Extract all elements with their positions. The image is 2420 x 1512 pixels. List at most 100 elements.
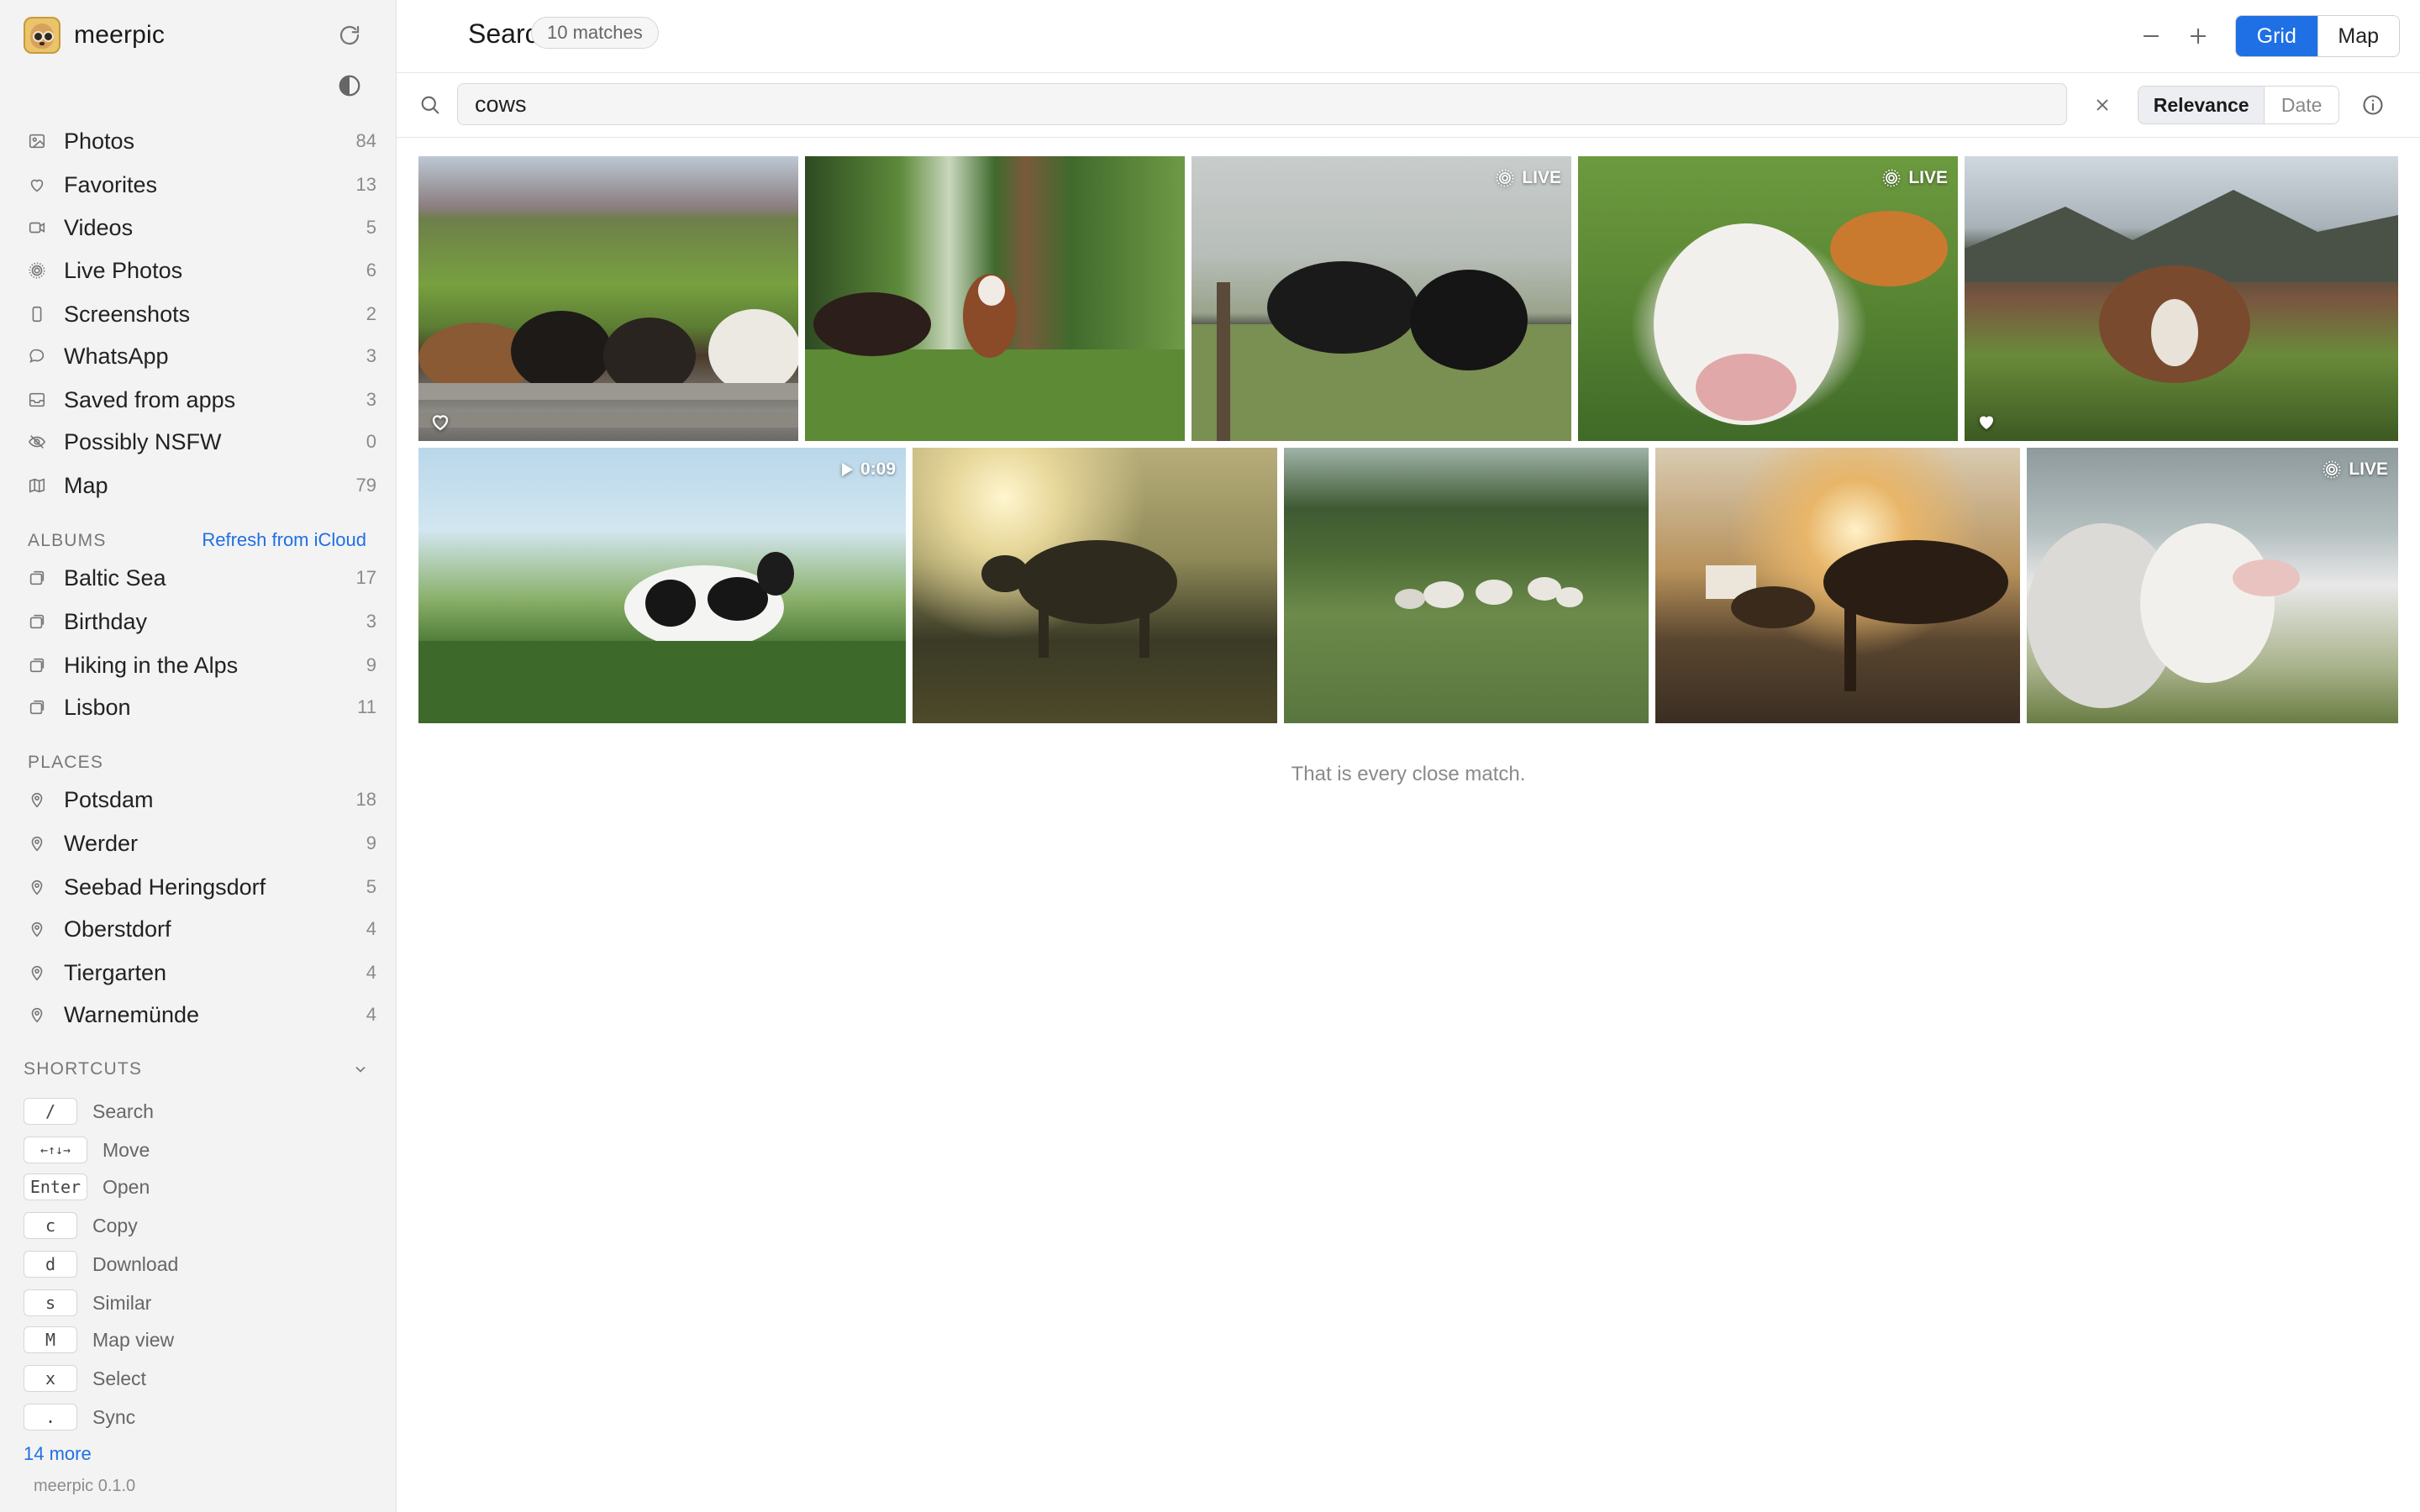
horse-figures: [1706, 540, 2008, 691]
main-content: Search 10 matches Grid Map Relevance: [397, 0, 2420, 1512]
sidebar-item-count: 4: [366, 918, 376, 939]
shortcut-row: c Copy: [24, 1210, 138, 1241]
sidebar-item-baltic-sea[interactable]: Baltic Sea 17: [24, 559, 376, 597]
close-icon: [2096, 99, 2108, 111]
shortcut-key: d: [24, 1251, 77, 1278]
photo-thumbnail[interactable]: [805, 156, 1185, 441]
photo-thumbnail[interactable]: LIVE: [2027, 448, 2398, 723]
live-photo-icon: [1496, 169, 1514, 187]
photo-thumbnail[interactable]: [418, 156, 798, 441]
album-icon: [27, 568, 47, 588]
shortcut-key: M: [24, 1326, 77, 1353]
photo-thumbnail[interactable]: [1655, 448, 2020, 723]
sidebar-item-photos[interactable]: Photos 84: [24, 122, 376, 160]
shortcuts-header[interactable]: SHORTCUTS: [24, 1057, 373, 1082]
video-duration-badge: 0:09: [840, 459, 896, 480]
shortcut-row: / Search: [24, 1096, 154, 1126]
shortcut-key: /: [24, 1098, 77, 1125]
shortcut-key: .: [24, 1404, 77, 1431]
search-icon: [417, 92, 444, 118]
refresh-from-icloud-link[interactable]: Refresh from iCloud: [202, 529, 366, 551]
shortcut-key: c: [24, 1212, 77, 1239]
cow-figures: [1654, 211, 1948, 425]
sidebar-item-count: 84: [355, 130, 376, 151]
albums-heading: ALBUMS: [28, 531, 107, 550]
badge-label: LIVE: [1908, 168, 1948, 187]
sidebar-item-live-photos[interactable]: Live Photos 6: [24, 251, 376, 290]
sidebar-item-possibly-nsfw[interactable]: Possibly NSFW 0: [24, 423, 376, 461]
sidebar-item-tiergarten[interactable]: Tiergarten 4: [24, 953, 376, 992]
more-shortcuts-link[interactable]: 14 more: [24, 1443, 92, 1465]
theme-toggle-button[interactable]: [333, 69, 366, 102]
shortcut-label: Move: [103, 1138, 150, 1161]
header: Search 10 matches Grid Map: [397, 0, 2420, 73]
sidebar-item-whatsapp[interactable]: WhatsApp 3: [24, 337, 376, 375]
image-icon: [27, 131, 47, 151]
photo-thumbnail[interactable]: [1284, 448, 1649, 723]
cow-figures: [981, 540, 1177, 658]
sidebar-item-favorites[interactable]: Favorites 13: [24, 165, 376, 204]
sidebar-item-hiking-in-the-alps[interactable]: Hiking in the Alps 9: [24, 646, 376, 685]
minus-icon: [2143, 34, 2160, 38]
phone-icon: [27, 304, 47, 324]
sidebar-item-warnemunde[interactable]: Warnemünde 4: [24, 995, 376, 1034]
photo-thumbnail[interactable]: [913, 448, 1277, 723]
app-version: meerpic 0.1.0: [34, 1477, 136, 1495]
cow-figures: [1192, 261, 1571, 441]
refresh-button[interactable]: [333, 18, 366, 52]
shortcut-key: Enter: [24, 1173, 87, 1200]
photo-thumbnail[interactable]: LIVE: [1192, 156, 1571, 441]
album-icon: [27, 655, 47, 675]
sidebar-item-count: 5: [366, 876, 376, 897]
sidebar-item-label: Live Photos: [64, 257, 183, 283]
zoom-out-button[interactable]: [2134, 19, 2168, 53]
shortcut-label: Copy: [92, 1214, 138, 1236]
shortcut-row: Enter Open: [24, 1172, 150, 1202]
zoom-in-button[interactable]: [2181, 19, 2215, 53]
live-badge: LIVE: [2322, 459, 2388, 480]
shortcut-key: ←↑↓→: [24, 1137, 87, 1163]
sidebar-item-birthday[interactable]: Birthday 3: [24, 602, 376, 641]
shortcut-label: Map view: [92, 1328, 175, 1351]
live-photo-icon: [27, 260, 47, 281]
sidebar-item-label: Videos: [64, 214, 134, 240]
sidebar-item-seebad-heringsdorf[interactable]: Seebad Heringsdorf 5: [24, 868, 376, 906]
sidebar-item-lisbon[interactable]: Lisbon 11: [24, 688, 376, 727]
photo-thumbnail[interactable]: [1965, 156, 2398, 441]
badge-label: LIVE: [2349, 459, 2388, 479]
sidebar-item-werder[interactable]: Werder 9: [24, 824, 376, 863]
play-icon: [841, 463, 853, 476]
plus-icon: [2190, 28, 2207, 45]
photo-thumbnail[interactable]: LIVE: [1578, 156, 1958, 441]
sidebar-item-label: Map: [64, 472, 108, 498]
app-logo-icon: [24, 17, 60, 54]
sidebar-item-saved-from-apps[interactable]: Saved from apps 3: [24, 381, 376, 419]
sidebar-item-count: 11: [357, 696, 376, 717]
sidebar-item-videos[interactable]: Videos 5: [24, 208, 376, 247]
sidebar-item-label: Hiking in the Alps: [64, 652, 239, 678]
heart-outline-icon: [432, 415, 449, 431]
sidebar-item-label: Lisbon: [64, 694, 131, 720]
shortcut-key: s: [24, 1289, 77, 1316]
sort-relevance-button[interactable]: Relevance: [2139, 87, 2265, 123]
sidebar-item-oberstdorf[interactable]: Oberstdorf 4: [24, 910, 376, 948]
sidebar-item-screenshots[interactable]: Screenshots 2: [24, 295, 376, 333]
sort-date-button[interactable]: Date: [2264, 87, 2338, 123]
search-input[interactable]: [457, 83, 2067, 125]
info-button[interactable]: [2358, 90, 2388, 120]
sidebar-item-label: WhatsApp: [64, 343, 169, 369]
sidebar-item-label: Favorites: [64, 171, 158, 197]
grid-view-button[interactable]: Grid: [2236, 16, 2317, 56]
sidebar-item-count: 5: [366, 217, 376, 238]
shortcut-row: ←↑↓→ Move: [24, 1135, 150, 1165]
live-photo-icon: [2323, 460, 2341, 479]
album-icon: [27, 612, 47, 632]
shortcut-row: M Map view: [24, 1325, 174, 1355]
sidebar-item-map[interactable]: Map 79: [24, 466, 376, 505]
map-view-button[interactable]: Map: [2317, 16, 2399, 56]
clear-search-button[interactable]: [2087, 90, 2118, 120]
eye-off-icon: [27, 432, 47, 452]
sidebar-item-potsdam[interactable]: Potsdam 18: [24, 780, 376, 819]
sidebar-item-count: 6: [366, 260, 376, 281]
photo-thumbnail[interactable]: 0:09: [418, 448, 906, 723]
